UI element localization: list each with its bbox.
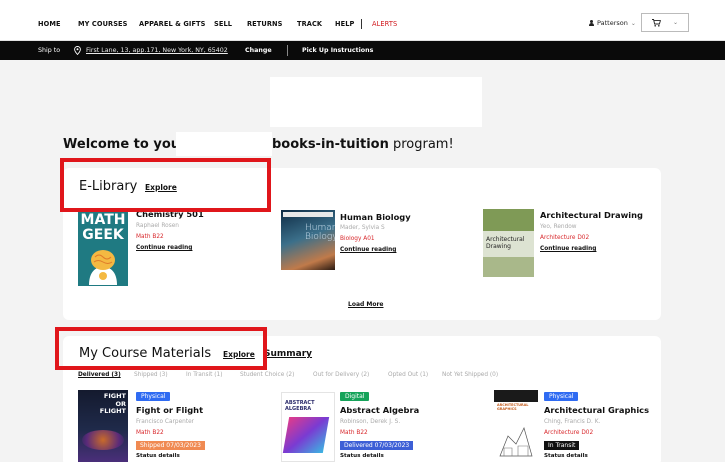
book-course: Architecture D02 [540, 235, 590, 241]
nav-my-courses[interactable]: MY COURSES [78, 20, 128, 28]
tab-student-choice[interactable]: Student Choice (2) [240, 372, 294, 378]
cart-button[interactable]: ⌄ [641, 13, 689, 32]
format-badge: Physical [544, 392, 579, 401]
cover-text: Architectural [486, 236, 525, 243]
cover-text: Drawing [486, 243, 511, 250]
welcome-prefix: Welcome to your [63, 137, 187, 152]
status-details-link[interactable]: Status details [340, 453, 384, 459]
shipping-status-badge: In Transit [544, 441, 580, 450]
change-address-button[interactable]: Change [245, 47, 272, 54]
cart-icon [651, 18, 661, 27]
nav-sell[interactable]: SELL [214, 20, 232, 28]
tab-opted-out[interactable]: Opted Out (1) [388, 372, 428, 378]
ship-bar: Ship to First Lane, 13, app.171, New Yor… [0, 41, 725, 60]
book-title[interactable]: Architectural Drawing [540, 210, 643, 220]
cover-text: FLIGHT [99, 407, 126, 415]
book-course: Biology A01 [340, 236, 375, 242]
book-title[interactable]: Architectural Graphics [544, 405, 649, 415]
book-course: Math B22 [136, 430, 164, 436]
book-author: Robinson, Derek J. S. [340, 419, 401, 425]
welcome-suffix: program! [392, 137, 454, 152]
welcome-heading: Welcome to your [63, 137, 186, 152]
tab-delivered[interactable]: Delivered (3) [78, 372, 121, 378]
book-cover[interactable]: ABSTRACT ALGEBRA [281, 392, 335, 462]
book-cover[interactable]: ARCHITECTURAL GRAPHICS [494, 390, 538, 462]
nav-home[interactable]: HOME [38, 20, 61, 28]
nav-alerts[interactable]: ALERTS [372, 20, 397, 28]
cover-text: ALGEBRA [285, 405, 312, 412]
highlight-box [55, 327, 267, 370]
book-author: Francisco Carpenter [136, 419, 195, 425]
status-details-link[interactable]: Status details [544, 453, 588, 459]
nav-help[interactable]: HELP [335, 20, 354, 28]
load-more-button[interactable]: Load More [348, 301, 384, 308]
program-name: books-in-tuition [272, 137, 389, 152]
book-author: Yeo, Rendow [540, 224, 577, 230]
shipping-status-badge: Shipped 07/03/2023 [136, 441, 205, 450]
book-author: Ching, Francis D. K. [544, 419, 601, 425]
format-badge: Digital [340, 392, 370, 401]
top-nav: HOME MY COURSES APPAREL & GIFTS SELL RET… [0, 0, 725, 41]
nav-apparel-gifts[interactable]: APPAREL & GIFTS [139, 20, 206, 28]
tab-shipped[interactable]: Shipped (3) [134, 372, 168, 378]
cover-text: MATH [80, 212, 126, 228]
user-icon [588, 19, 594, 27]
pickup-instructions-link[interactable]: Pick Up Instructions [302, 47, 373, 54]
highlight-box [60, 158, 271, 212]
continue-reading-link[interactable]: Continue reading [540, 246, 596, 252]
format-badge: Physical [136, 392, 171, 401]
book-course: Math B22 [340, 430, 368, 436]
tab-out-for-delivery[interactable]: Out for Delivery (2) [313, 372, 369, 378]
continue-reading-link[interactable]: Continue reading [136, 245, 192, 251]
redacted-school-name [176, 132, 272, 156]
shipping-status-badge: Delivered 07/03/2023 [340, 441, 414, 450]
book-cover[interactable]: Architectural Drawing [483, 209, 534, 277]
cover-text: Biology [305, 232, 335, 242]
nav-track[interactable]: TRACK [297, 20, 322, 28]
status-details-link[interactable]: Status details [136, 453, 180, 459]
cover-text: GRAPHICS [497, 407, 517, 411]
tab-in-transit[interactable]: In Transit (1) [186, 372, 222, 378]
book-title[interactable]: Human Biology [340, 212, 411, 222]
nav-returns[interactable]: RETURNS [247, 20, 282, 28]
cover-text: GEEK [82, 227, 124, 243]
nav-divider [361, 19, 362, 29]
book-author: Mader, Sylvia S [340, 225, 385, 231]
brain-illustration [89, 250, 117, 285]
book-course: Architecture D02 [544, 430, 594, 436]
ship-divider [287, 45, 288, 56]
book-cover[interactable]: Human Biology [281, 210, 335, 270]
ship-address-link[interactable]: First Lane, 13, app.171, New York, NY, 6… [86, 47, 228, 54]
user-name: Patterson [597, 19, 628, 27]
location-pin-icon [74, 46, 81, 55]
welcome-program: books-in-tuition program! [272, 137, 454, 152]
book-author: Raphael Rosen [136, 223, 179, 229]
book-title[interactable]: Abstract Algebra [340, 405, 419, 415]
chevron-down-icon: ⌄ [672, 19, 679, 26]
book-cover[interactable]: MATH GEEK [78, 210, 128, 286]
user-menu[interactable]: Patterson ⌄ [588, 19, 636, 27]
chevron-down-icon: ⌄ [630, 19, 636, 27]
book-course: Math B22 [136, 234, 164, 240]
continue-reading-link[interactable]: Continue reading [340, 247, 396, 253]
book-title[interactable]: Fight or Flight [136, 405, 203, 415]
ship-to-label: Ship to [38, 47, 61, 54]
sketch-illustration [499, 427, 533, 457]
page: HOME MY COURSES APPAREL & GIFTS SELL RET… [0, 0, 725, 462]
tab-not-yet-shipped[interactable]: Not Yet Shipped (0) [442, 372, 498, 378]
book-cover[interactable]: FIGHT OR FLIGHT [78, 390, 128, 462]
summary-link[interactable]: Summary [264, 349, 312, 359]
banner-area [270, 77, 482, 127]
